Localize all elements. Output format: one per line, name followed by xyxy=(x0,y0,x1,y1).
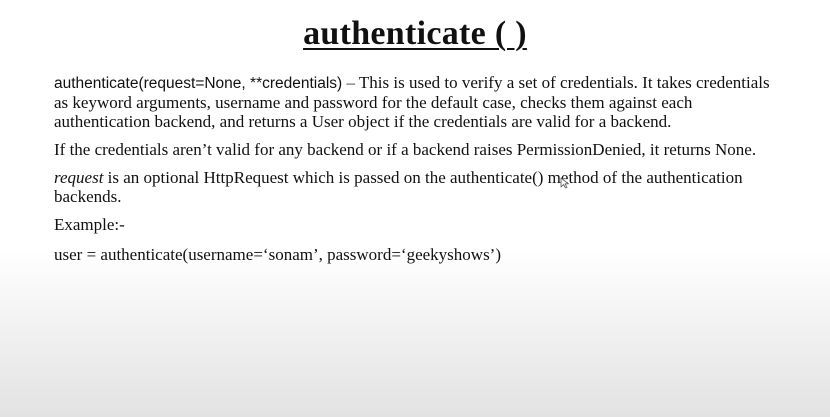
invalid-credentials-paragraph: If the credentials aren’t valid for any … xyxy=(54,140,757,159)
page-title: authenticate ( ) xyxy=(303,15,527,52)
example-code: user = authenticate(username=‘sonam’, pa… xyxy=(54,245,502,264)
mouse-pointer-icon xyxy=(560,177,569,189)
slide-body: authenticate(request=None, **credentials… xyxy=(54,73,784,273)
example-label: Example:- xyxy=(54,215,125,234)
function-signature: authenticate(request=None, **credentials… xyxy=(54,75,343,92)
description-paragraph: authenticate(request=None, **credentials… xyxy=(54,73,784,131)
slide: authenticate ( ) authenticate(request=No… xyxy=(0,0,830,417)
request-paragraph: request is an optional HttpRequest which… xyxy=(54,168,784,206)
dash-separator: – xyxy=(346,73,355,92)
request-term: request xyxy=(54,168,104,187)
request-text: is an optional HttpRequest which is pass… xyxy=(54,168,743,206)
